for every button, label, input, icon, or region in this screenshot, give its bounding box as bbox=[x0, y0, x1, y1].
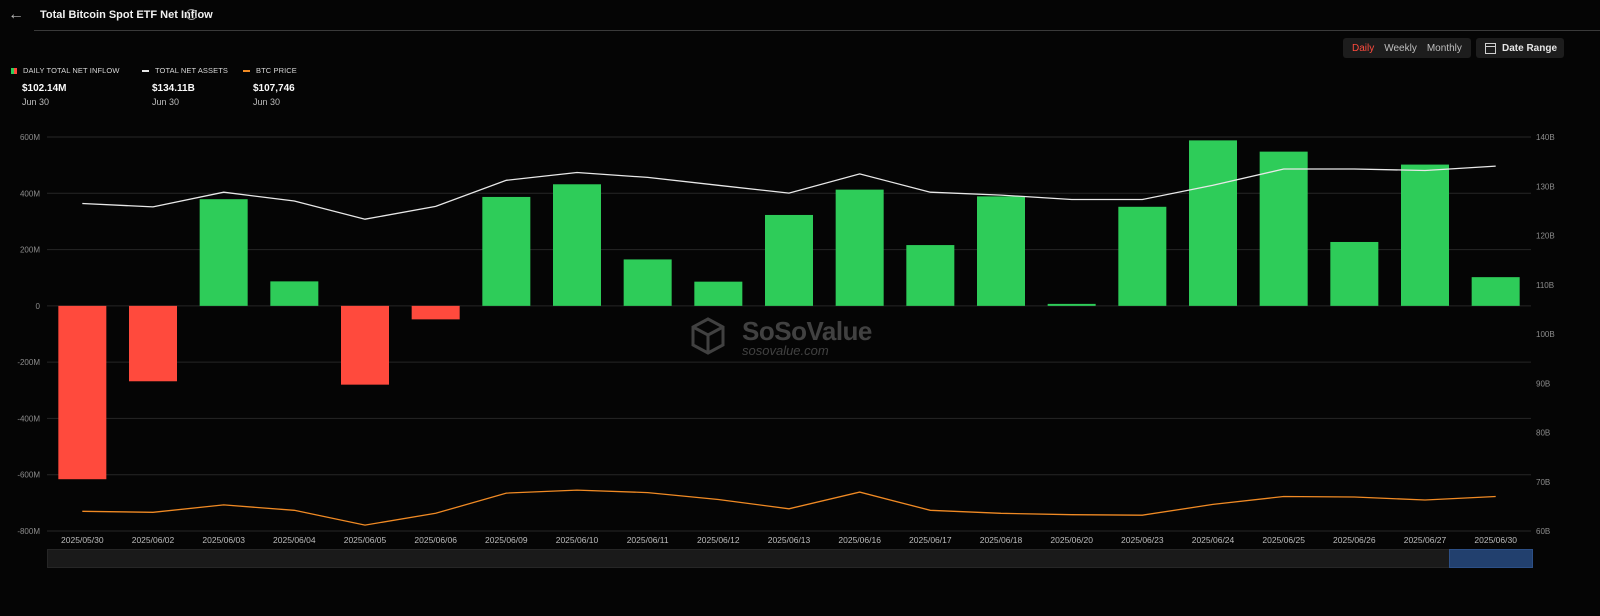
inflow-bar[interactable] bbox=[553, 184, 601, 306]
y-left-tick-label: 0 bbox=[36, 302, 41, 311]
y-right-tick-label: 80B bbox=[1536, 429, 1550, 438]
y-left-tick-label: -200M bbox=[17, 358, 40, 367]
inflow-bar[interactable] bbox=[765, 214, 813, 306]
inflow-bar[interactable] bbox=[694, 281, 743, 306]
inflow-bar[interactable] bbox=[1401, 164, 1449, 306]
y-right-tick-label: 120B bbox=[1536, 232, 1555, 241]
inflow-bar[interactable] bbox=[1330, 241, 1379, 306]
inflow-bar[interactable] bbox=[58, 305, 107, 480]
x-tick-label: 2025/06/25 bbox=[1262, 535, 1305, 545]
x-tick-label: 2025/06/06 bbox=[414, 535, 457, 545]
x-tick-label: 2025/06/27 bbox=[1404, 535, 1447, 545]
inflow-bar[interactable] bbox=[199, 199, 248, 306]
x-tick-label: 2025/06/12 bbox=[697, 535, 740, 545]
y-left-tick-label: -600M bbox=[17, 471, 40, 480]
x-tick-label: 2025/06/03 bbox=[202, 535, 245, 545]
x-tick-label: 2025/06/13 bbox=[768, 535, 811, 545]
y-right-tick-label: 60B bbox=[1536, 527, 1550, 536]
inflow-bar[interactable] bbox=[270, 281, 319, 306]
y-right-tick-label: 130B bbox=[1536, 182, 1555, 191]
y-right-tick-label: 70B bbox=[1536, 478, 1550, 487]
inflow-bar[interactable] bbox=[129, 305, 177, 382]
inflow-chart[interactable]: 600M 400M 200M 0 -200M -400M -600M -800M 140B 130… bbox=[0, 0, 1600, 616]
y-left-tick-label: 600M bbox=[20, 133, 40, 142]
y-right-tick-label: 100B bbox=[1536, 330, 1555, 339]
range-scrollbar[interactable] bbox=[47, 549, 1533, 568]
y-right-tick-label: 140B bbox=[1536, 133, 1555, 142]
inflow-bar[interactable] bbox=[623, 259, 672, 306]
inflow-bar[interactable] bbox=[1259, 151, 1308, 306]
inflow-bar[interactable] bbox=[977, 196, 1025, 306]
x-tick-label: 2025/06/05 bbox=[344, 535, 387, 545]
y-left-tick-label: -800M bbox=[17, 527, 40, 536]
inflow-bar[interactable] bbox=[1471, 277, 1520, 306]
x-tick-label: 2025/06/04 bbox=[273, 535, 316, 545]
range-handle[interactable] bbox=[1449, 549, 1533, 568]
x-tick-label: 2025/06/26 bbox=[1333, 535, 1376, 545]
x-tick-label: 2025/06/20 bbox=[1050, 535, 1093, 545]
x-tick-label: 2025/06/16 bbox=[838, 535, 881, 545]
x-tick-label: 2025/06/02 bbox=[132, 535, 175, 545]
inflow-bar[interactable] bbox=[341, 305, 389, 385]
y-left-tick-label: 200M bbox=[20, 246, 40, 255]
inflow-bar[interactable] bbox=[411, 305, 460, 320]
x-tick-label: 2025/06/23 bbox=[1121, 535, 1164, 545]
inflow-bar[interactable] bbox=[1189, 140, 1237, 306]
x-tick-label: 2025/06/30 bbox=[1474, 535, 1517, 545]
x-tick-label: 2025/06/11 bbox=[627, 535, 669, 545]
inflow-bar[interactable] bbox=[1118, 206, 1167, 306]
x-tick-label: 2025/06/18 bbox=[980, 535, 1023, 545]
x-tick-label: 2025/06/10 bbox=[556, 535, 599, 545]
y-right-tick-label: 110B bbox=[1536, 281, 1554, 290]
x-tick-label: 2025/06/24 bbox=[1192, 535, 1235, 545]
watermark-url: sosovalue.com bbox=[742, 343, 829, 358]
sosovalue-logo-icon bbox=[691, 317, 725, 355]
inflow-bar[interactable] bbox=[482, 196, 531, 306]
x-tick-label: 2025/06/17 bbox=[909, 535, 952, 545]
inflow-bar[interactable] bbox=[906, 245, 955, 306]
y-left-tick-label: 400M bbox=[20, 189, 40, 198]
btc-price-line bbox=[82, 489, 1496, 526]
y-left-tick-label: -400M bbox=[17, 414, 40, 423]
inflow-bar[interactable] bbox=[1047, 303, 1096, 306]
inflow-bar[interactable] bbox=[835, 189, 884, 306]
y-right-tick-label: 90B bbox=[1536, 379, 1550, 388]
x-tick-label: 2025/05/30 bbox=[61, 535, 104, 545]
x-tick-label: 2025/06/09 bbox=[485, 535, 528, 545]
